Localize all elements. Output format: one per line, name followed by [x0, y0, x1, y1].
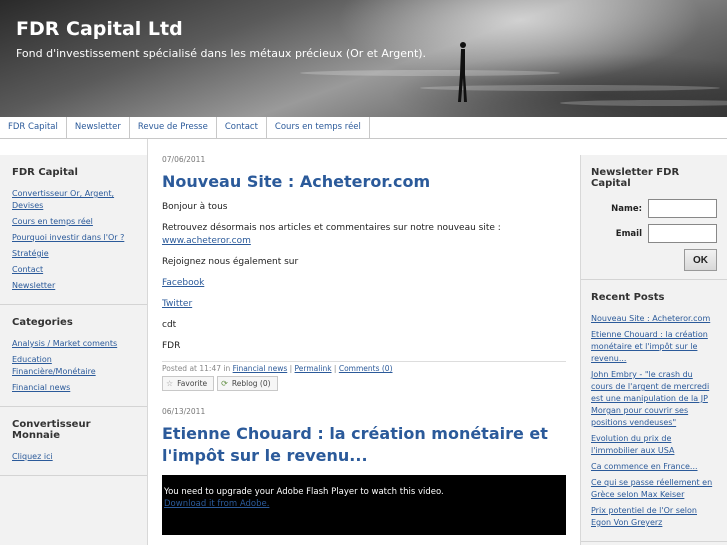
silhouette-figure-image: [458, 42, 467, 102]
top-nav: FDR Capital Newsletter Revue de Presse C…: [0, 117, 727, 139]
nav-item-revue-de-presse[interactable]: Revue de Presse: [130, 117, 217, 138]
newsletter-section: Newsletter FDR Capital Name: Email OK: [581, 155, 727, 280]
sidebar-heading: FDR Capital: [12, 167, 78, 178]
sidebar-link-convertisseur[interactable]: Convertisseur Or, Argent, Devises: [12, 188, 135, 212]
recent-post-link[interactable]: John Embry - "le crash du cours de l'arg…: [591, 369, 717, 429]
sidebar-link-pourquoi[interactable]: Pourquoi investir dans l'Or ?: [12, 232, 135, 244]
flash-message: You need to upgrade your Adobe Flash Pla…: [164, 487, 444, 497]
category-link-education[interactable]: Education Financière/Monétaire: [12, 354, 135, 378]
nav-item-newsletter[interactable]: Newsletter: [67, 117, 130, 138]
post-paragraph: Facebook: [162, 277, 566, 290]
site-description: Fond d'investissement spécialisé dans le…: [16, 47, 427, 60]
banner-wave: [560, 100, 727, 106]
nav-item-contact[interactable]: Contact: [217, 117, 267, 138]
nav-item-cours-en-temps-reel[interactable]: Cours en temps réel: [267, 117, 370, 138]
recent-posts-section: Recent Posts Nouveau Site : Acheteror.co…: [581, 280, 727, 542]
post-text: Retrouvez désormais nos articles et comm…: [162, 223, 501, 233]
sidebar-heading: Newsletter FDR Capital: [591, 167, 680, 189]
sidebar-link-cours[interactable]: Cours en temps réel: [12, 216, 135, 228]
blog-post: 07/06/2011 Nouveau Site : Acheteror.com …: [162, 155, 566, 391]
header-banner: FDR Capital Ltd Fond d'investissement sp…: [0, 0, 727, 117]
favorite-label: Favorite: [177, 379, 208, 388]
reblog-label: Reblog (0): [231, 379, 271, 388]
blog-post: 06/13/2011 Etienne Chouard : la création…: [162, 407, 566, 535]
recent-post-link[interactable]: Ca commence en France...: [591, 461, 717, 473]
name-input[interactable]: [648, 199, 717, 218]
recent-post-link[interactable]: Nouveau Site : Acheteror.com: [591, 313, 717, 325]
ok-button[interactable]: OK: [684, 249, 717, 271]
post-paragraph: Twitter: [162, 298, 566, 311]
reblog-icon: ⟳: [221, 379, 228, 388]
sidebar-section-convertisseur: Convertisseur Monnaie Cliquez ici: [0, 407, 147, 476]
post-paragraph: Rejoignez nous également sur: [162, 257, 299, 267]
post-meta: Posted at 11:47 in: [162, 364, 231, 373]
recent-post-link[interactable]: Prix potentiel de l'Or selon Egon Von Gr…: [591, 505, 717, 529]
sidebar-section-categories: Categories Analysis / Market coments Edu…: [0, 305, 147, 407]
banner-wave: [300, 70, 560, 76]
email-label: Email: [615, 228, 642, 239]
post-paragraph: cdt: [162, 320, 177, 330]
flash-video-placeholder: You need to upgrade your Adobe Flash Pla…: [162, 475, 566, 535]
post-paragraph: FDR: [162, 341, 181, 351]
email-input[interactable]: [648, 224, 717, 243]
post-date: 06/13/2011: [162, 407, 206, 416]
post-body: Bonjour à tous Retrouvez désormais nos a…: [162, 201, 566, 353]
sidebar-link-cliquez-ici[interactable]: Cliquez ici: [12, 451, 135, 463]
post-paragraph: Bonjour à tous: [162, 202, 228, 212]
recent-post-link[interactable]: Ce qui se passe réellement en Grèce selo…: [591, 477, 717, 501]
share-row: ☆ Favorite ⟳ Reblog (0): [162, 376, 566, 391]
post-category-link[interactable]: Financial news: [233, 364, 288, 373]
sidebar-link-contact[interactable]: Contact: [12, 264, 135, 276]
email-row: Email: [591, 224, 717, 243]
favorite-button[interactable]: ☆ Favorite: [162, 376, 215, 391]
sidebar-heading: Convertisseur Monnaie: [12, 419, 91, 441]
recent-post-link[interactable]: Evolution du prix de l'immobilier aux US…: [591, 433, 717, 457]
star-icon: ☆: [166, 379, 174, 388]
main-content: 07/06/2011 Nouveau Site : Acheteror.com …: [162, 139, 566, 545]
category-link-analysis[interactable]: Analysis / Market coments: [12, 338, 135, 350]
sidebar-section-fdr-capital: FDR Capital Convertisseur Or, Argent, De…: [0, 155, 147, 305]
left-column-divider: [147, 139, 148, 545]
sidebar-heading: Recent Posts: [591, 292, 665, 303]
reblog-button[interactable]: ⟳ Reblog (0): [217, 376, 278, 391]
sidebar-link-newsletter[interactable]: Newsletter: [12, 280, 135, 292]
post-date: 07/06/2011: [162, 155, 206, 164]
comments-link[interactable]: Comments (0): [339, 364, 393, 373]
post-title[interactable]: Nouveau Site : Acheteror.com: [162, 171, 566, 193]
name-label: Name:: [611, 203, 642, 214]
nav-item-fdr-capital[interactable]: FDR Capital: [0, 117, 67, 138]
sidebar-heading: Categories: [12, 317, 73, 328]
site-title[interactable]: FDR Capital Ltd: [16, 18, 183, 40]
right-sidebar: Newsletter FDR Capital Name: Email OK Re…: [581, 155, 727, 545]
permalink-link[interactable]: Permalink: [295, 364, 332, 373]
name-row: Name:: [591, 199, 717, 218]
post-title[interactable]: Etienne Chouard : la création monétaire …: [162, 423, 566, 467]
recent-post-link[interactable]: Etienne Chouard : la création monétaire …: [591, 329, 717, 365]
post-paragraph: Retrouvez désormais nos articles et comm…: [162, 222, 566, 248]
twitter-link[interactable]: Twitter: [162, 299, 192, 309]
acheteror-link[interactable]: www.acheteror.com: [162, 236, 251, 246]
facebook-link[interactable]: Facebook: [162, 278, 204, 288]
left-sidebar: FDR Capital Convertisseur Or, Argent, De…: [0, 155, 147, 545]
category-link-financial-news[interactable]: Financial news: [12, 382, 135, 394]
sidebar-link-strategie[interactable]: Stratégie: [12, 248, 135, 260]
flash-download-link[interactable]: Download it from Adobe.: [164, 499, 564, 509]
post-footer: Posted at 11:47 in Financial news | Perm…: [162, 361, 566, 373]
